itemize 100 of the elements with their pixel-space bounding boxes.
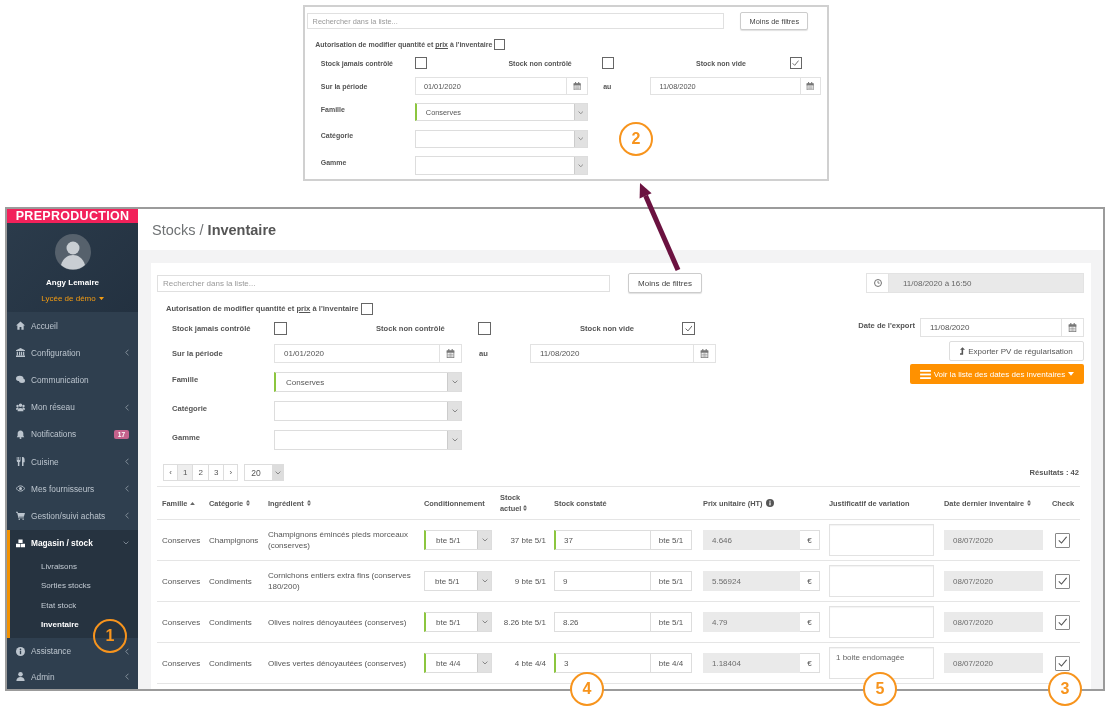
submenu-item[interactable]: Livraisons bbox=[7, 556, 138, 577]
currency-label: € bbox=[800, 571, 820, 591]
checkbox[interactable] bbox=[274, 322, 287, 335]
checkbox[interactable] bbox=[494, 39, 506, 51]
menu-item[interactable]: Mon réseau bbox=[7, 393, 138, 421]
checkbox[interactable] bbox=[1055, 573, 1070, 589]
packaging-select[interactable]: bte 5/1 bbox=[424, 571, 492, 591]
calendar-icon bbox=[572, 81, 582, 91]
unit-label: bte 5/1 bbox=[651, 612, 692, 632]
users-icon bbox=[16, 402, 25, 412]
table-cell: 37 bte 5/1 bbox=[496, 519, 550, 561]
bank-icon bbox=[16, 348, 25, 358]
chevron-down-icon bbox=[274, 470, 281, 475]
date-field[interactable]: 11/08/2020 bbox=[530, 344, 716, 363]
checkbox[interactable] bbox=[1055, 532, 1070, 548]
export-date-field[interactable]: 11/08/2020 bbox=[920, 318, 1084, 337]
date-field[interactable]: 01/01/2020 bbox=[274, 344, 462, 363]
page-title: Stocks / Inventaire bbox=[152, 221, 277, 238]
bell-icon bbox=[16, 429, 25, 439]
unit-label: bte 5/1 bbox=[651, 571, 692, 591]
packaging-select[interactable]: bte 5/1 bbox=[424, 612, 492, 632]
callout-number: 5 bbox=[863, 672, 897, 706]
table-cell: Olives noires dénoyautées (conserves) bbox=[264, 601, 420, 643]
checkbox[interactable] bbox=[1055, 614, 1070, 630]
chevron-down-icon bbox=[451, 438, 458, 442]
table-cell: Condiments bbox=[205, 642, 264, 684]
calendar-icon bbox=[446, 349, 455, 358]
table-cell: Cornichons entiers extra fins (conserves 180/200) bbox=[264, 560, 420, 602]
user-avatar bbox=[54, 234, 91, 270]
table-cell: Conserves bbox=[157, 560, 205, 602]
unit-price-field: 5.56924 bbox=[703, 571, 800, 591]
dropdown-select[interactable]: Conserves bbox=[274, 372, 462, 392]
packaging-select[interactable]: bte 4/4 bbox=[424, 653, 492, 673]
chevron-down-icon bbox=[451, 380, 458, 384]
unit-price-field: 4.79 bbox=[703, 612, 800, 632]
stock-count-input[interactable]: 8.26 bbox=[554, 612, 651, 632]
chevron-down-icon bbox=[577, 110, 584, 114]
callout-number: 4 bbox=[570, 672, 604, 706]
page-size-select[interactable]: 20 bbox=[244, 464, 285, 481]
last-inventory-date-field: 08/07/2020 bbox=[944, 571, 1043, 591]
menu-item[interactable]: Accueil bbox=[7, 312, 138, 340]
currency-label: € bbox=[800, 612, 820, 632]
unit-price-field: 1.18404 bbox=[703, 653, 800, 673]
school-dropdown[interactable]: Lycée de démo bbox=[41, 294, 104, 303]
eye-icon bbox=[16, 484, 25, 494]
menu-item[interactable]: Communication bbox=[7, 366, 138, 394]
unit-label: bte 4/4 bbox=[651, 653, 692, 673]
checkbox[interactable] bbox=[414, 57, 427, 69]
table-cell: Condiments bbox=[205, 601, 264, 643]
packaging-select[interactable]: bte 5/1 bbox=[424, 530, 492, 550]
last-inventory-date-field: 08/07/2020 bbox=[944, 612, 1043, 632]
callout-number: 1 bbox=[93, 619, 127, 653]
table-cell: 4 bte 4/4 bbox=[496, 642, 550, 684]
table-cell: 8.26 bte 5/1 bbox=[496, 601, 550, 643]
checkmark-icon bbox=[1057, 536, 1068, 544]
checkmark-icon bbox=[684, 325, 693, 332]
toggle-filters-button[interactable]: Moins de filtres bbox=[628, 273, 702, 293]
checkbox[interactable] bbox=[1055, 655, 1070, 671]
table-cell: Conserves bbox=[157, 642, 205, 684]
home-icon bbox=[16, 321, 25, 331]
chevron-down-icon bbox=[481, 661, 488, 665]
page-button[interactable]: › bbox=[223, 464, 239, 481]
chevron-down-icon bbox=[451, 409, 458, 413]
timestamp-field: 11/08/2020 à 16:50 bbox=[866, 273, 1084, 293]
submenu-item[interactable]: Etat stock bbox=[7, 595, 138, 616]
unit-label: bte 5/1 bbox=[651, 530, 692, 550]
currency-label: € bbox=[800, 653, 820, 673]
menu-item[interactable]: Gestion/suivi achats bbox=[7, 502, 138, 530]
checkbox[interactable] bbox=[789, 57, 802, 69]
stock-count-input[interactable]: 3 bbox=[554, 653, 651, 673]
currency-label: € bbox=[800, 530, 820, 550]
last-inventory-date-field: 08/07/2020 bbox=[944, 653, 1043, 673]
menu-item[interactable]: Mes fournisseurs bbox=[7, 475, 138, 503]
export-button[interactable]: Exporter PV de régularisation bbox=[949, 341, 1084, 361]
submenu-item[interactable]: Sorties stocks bbox=[7, 576, 138, 596]
stock-count-input[interactable]: 37 bbox=[554, 530, 651, 550]
stock-count-input[interactable]: 9 bbox=[554, 571, 651, 591]
checkbox[interactable] bbox=[602, 57, 615, 69]
table-cell: Champignons bbox=[205, 519, 264, 561]
checkmark-icon bbox=[1057, 577, 1068, 585]
justification-textarea[interactable]: 1 boite endomagée bbox=[829, 647, 934, 679]
checkbox[interactable] bbox=[478, 322, 491, 335]
menu-item[interactable]: Admin bbox=[7, 664, 138, 689]
calendar-icon bbox=[1068, 323, 1077, 332]
caret-icon bbox=[1068, 372, 1075, 376]
cubes-icon bbox=[16, 538, 25, 548]
menu-item[interactable]: Configuration bbox=[7, 339, 138, 367]
info-icon bbox=[16, 646, 25, 656]
caret-icon bbox=[98, 296, 104, 301]
checkbox[interactable] bbox=[360, 302, 373, 315]
checkbox[interactable] bbox=[682, 322, 695, 335]
checkmark-icon bbox=[792, 60, 800, 66]
fork-knife-icon bbox=[16, 457, 25, 467]
page-button[interactable]: 2 bbox=[192, 464, 209, 481]
list-icon bbox=[919, 369, 931, 379]
page-button[interactable]: 1 bbox=[177, 464, 194, 481]
user-name: Angy Lemaire bbox=[46, 278, 99, 287]
menu-item[interactable]: Cuisine bbox=[7, 447, 138, 476]
menu-item[interactable]: Magasin / stock bbox=[7, 529, 138, 557]
chevron-down-icon bbox=[577, 137, 584, 141]
